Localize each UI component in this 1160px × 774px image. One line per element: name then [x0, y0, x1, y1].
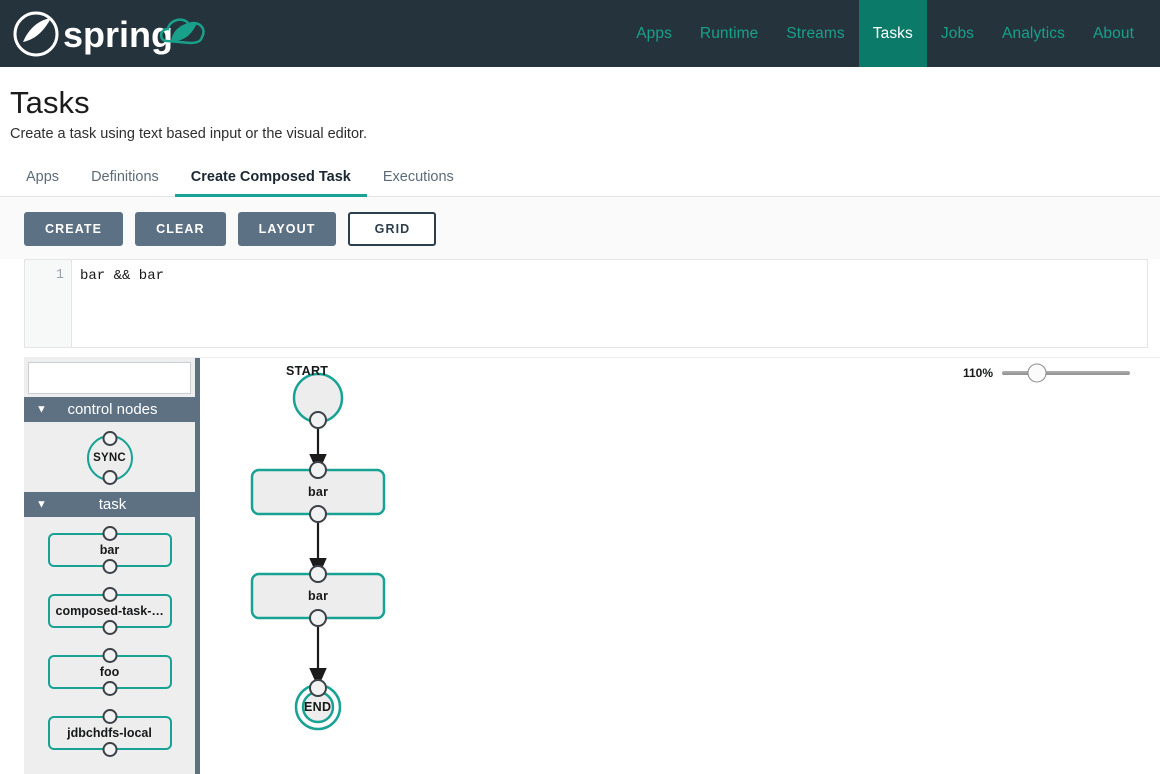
- tab-executions[interactable]: Executions: [367, 169, 470, 197]
- chevron-down-icon: ▼: [36, 498, 47, 510]
- node-port-top[interactable]: [309, 565, 327, 583]
- graph-node-bar-1-label: bar: [308, 485, 329, 499]
- grid-button[interactable]: GRID: [348, 212, 437, 246]
- palette-node-bar[interactable]: bar: [47, 526, 172, 574]
- node-port-bottom[interactable]: [102, 470, 117, 485]
- tab-apps[interactable]: Apps: [10, 169, 75, 197]
- clear-button[interactable]: CLEAR: [135, 212, 226, 246]
- palette-node-label: SYNC: [93, 452, 126, 464]
- page-header: Tasks Create a task using text based inp…: [0, 67, 1160, 142]
- palette-section-title: task: [98, 496, 127, 513]
- tab-definitions[interactable]: Definitions: [75, 169, 175, 197]
- node-port-top[interactable]: [102, 526, 117, 541]
- graph-canvas[interactable]: 110% START bar bar END: [200, 358, 1160, 774]
- nav-link-tasks[interactable]: Tasks: [858, 0, 927, 67]
- spring-logo-icon: spring: [13, 11, 205, 56]
- node-port-bottom[interactable]: [102, 559, 117, 574]
- page-title: Tasks: [10, 85, 90, 120]
- dsl-code-editor[interactable]: 1 bar && bar: [24, 259, 1148, 348]
- node-port-bottom[interactable]: [102, 681, 117, 696]
- nav-link-analytics[interactable]: Analytics: [988, 0, 1079, 67]
- brand-logo-group[interactable]: spring: [0, 0, 211, 67]
- editor-code-text[interactable]: bar && bar: [72, 260, 1147, 347]
- palette-node-composed-task[interactable]: composed-task-…: [47, 587, 172, 635]
- task-flow-graph: [250, 372, 386, 731]
- nav-link-jobs[interactable]: Jobs: [927, 0, 988, 67]
- palette-control-nodes-body: SYNC: [24, 422, 195, 492]
- line-number: 1: [55, 268, 64, 283]
- editor-split-pane: ▼ control nodes SYNC ▼ task bar composed…: [24, 357, 1160, 774]
- nav-link-runtime[interactable]: Runtime: [686, 0, 772, 67]
- node-port-top[interactable]: [102, 709, 117, 724]
- create-button[interactable]: CREATE: [24, 212, 124, 246]
- palette-node-label: jdbchdfs-local: [67, 726, 152, 740]
- editor-toolbar: CREATE CLEAR LAYOUT GRID: [0, 197, 1160, 259]
- node-port-bottom[interactable]: [102, 742, 117, 757]
- palette-node-label: composed-task-…: [55, 604, 164, 618]
- graph-node-end-label: END: [304, 700, 332, 714]
- node-port-bottom[interactable]: [309, 411, 327, 429]
- top-navigation-bar: spring Apps Runtime Streams Tasks Jobs A…: [0, 0, 1160, 67]
- graph-node-start-label: START: [286, 364, 329, 378]
- palette-section-title: control nodes: [67, 401, 158, 418]
- palette-section-task[interactable]: ▼ task: [24, 492, 195, 517]
- palette-node-label: foo: [99, 665, 120, 679]
- nav-link-about[interactable]: About: [1079, 0, 1148, 67]
- layout-button[interactable]: LAYOUT: [237, 212, 337, 246]
- nav-link-streams[interactable]: Streams: [772, 0, 858, 67]
- palette-search-row: [24, 358, 195, 397]
- palette-section-control-nodes[interactable]: ▼ control nodes: [24, 397, 195, 422]
- palette-node-label: bar: [99, 543, 120, 557]
- tab-create-composed-task[interactable]: Create Composed Task: [174, 169, 367, 197]
- graph-node-start[interactable]: [292, 372, 344, 429]
- svg-text:spring: spring: [63, 14, 173, 55]
- node-palette: ▼ control nodes SYNC ▼ task bar composed…: [24, 358, 200, 774]
- palette-task-nodes-body: bar composed-task-… foo jdbchdfs-local: [24, 517, 195, 764]
- nav-links: Apps Runtime Streams Tasks Jobs Analytic…: [622, 0, 1160, 67]
- palette-search-input[interactable]: [28, 362, 191, 394]
- node-port-bottom[interactable]: [102, 620, 117, 635]
- editor-line-numbers: 1: [25, 260, 72, 347]
- tab-bar: Apps Definitions Create Composed Task Ex…: [0, 164, 1160, 197]
- chevron-down-icon: ▼: [36, 403, 47, 415]
- graph-node-bar-2-label: bar: [308, 589, 329, 603]
- node-port-top[interactable]: [309, 461, 327, 479]
- node-port-top[interactable]: [102, 648, 117, 663]
- palette-node-jdbchdfs-local[interactable]: jdbchdfs-local: [47, 709, 172, 757]
- page-subtitle: Create a task using text based input or …: [10, 126, 368, 142]
- node-port-bottom[interactable]: [309, 609, 327, 627]
- node-port-top[interactable]: [102, 431, 117, 446]
- palette-node-foo[interactable]: foo: [47, 648, 172, 696]
- node-port-top[interactable]: [309, 679, 327, 697]
- nav-link-apps[interactable]: Apps: [622, 0, 686, 67]
- palette-node-sync[interactable]: SYNC: [80, 431, 140, 485]
- node-port-top[interactable]: [102, 587, 117, 602]
- node-port-bottom[interactable]: [309, 505, 327, 523]
